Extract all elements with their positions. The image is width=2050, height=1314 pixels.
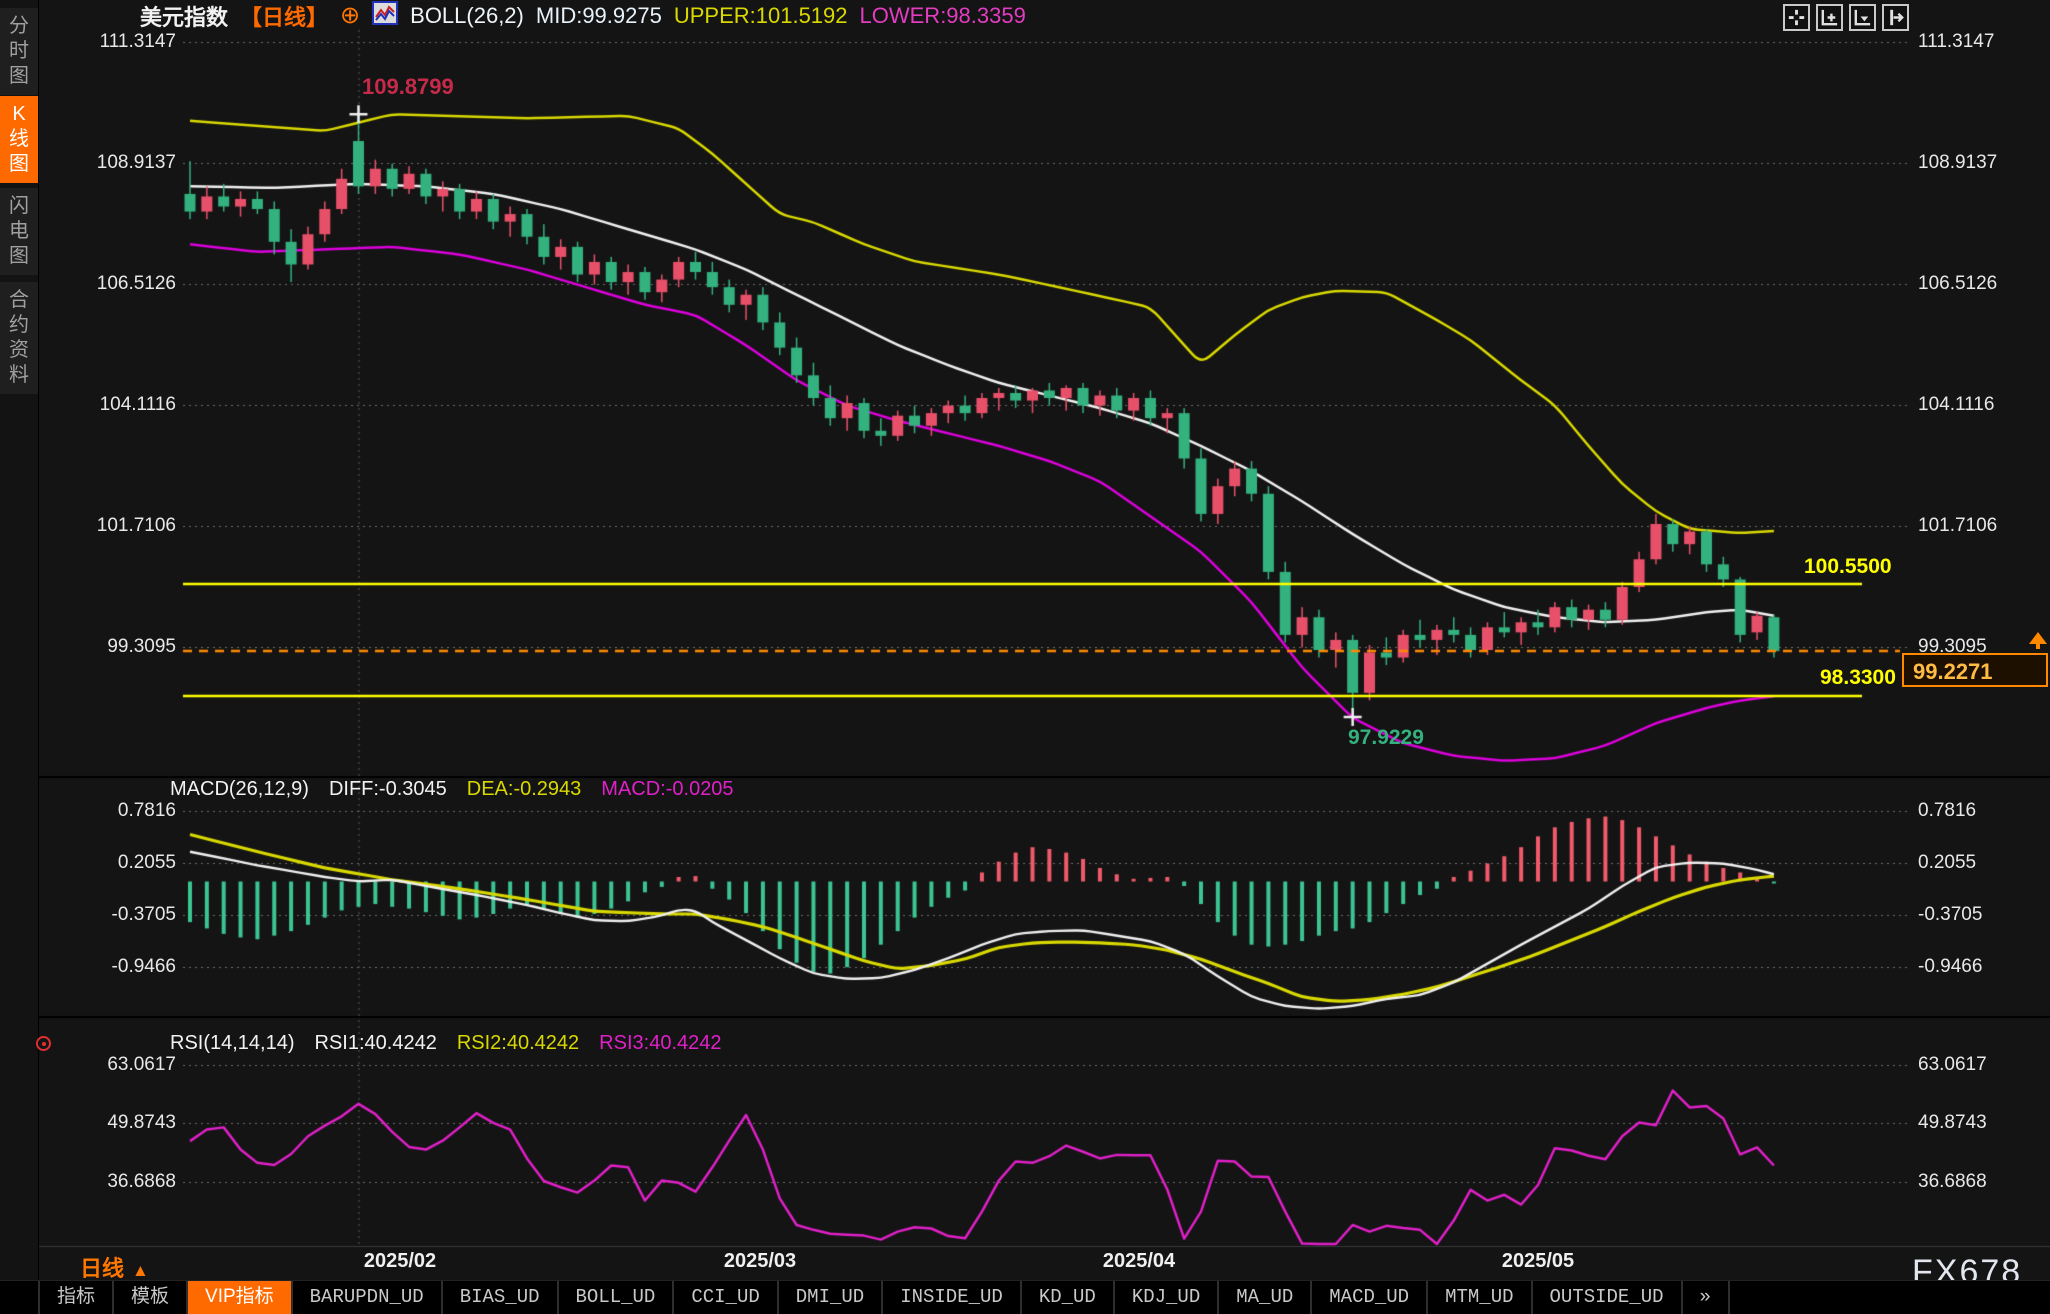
y-axis-label: 106.5126: [1918, 273, 2044, 295]
rsi1-value: RSI1:40.4242: [315, 1032, 437, 1055]
indicator-name: BOLL(26,2): [410, 3, 524, 29]
x-axis-label: 2025/05: [1468, 1250, 1608, 1273]
candlestick-style-icon[interactable]: [372, 1, 398, 31]
crosshair-tool-icon[interactable]: [1783, 4, 1810, 31]
chevron-up-icon: ▲: [132, 1261, 149, 1280]
boll-upper-value: UPPER:101.5192: [674, 3, 848, 29]
zoom-in-axis-icon[interactable]: [1816, 4, 1843, 31]
y-axis-label: 0.7816: [58, 800, 176, 822]
add-compare-icon[interactable]: ⊕: [340, 5, 360, 27]
macd-header: MACD(26,12,9) DIFF:-0.3045 DEA:-0.2943 M…: [170, 778, 734, 801]
bottom-tab-3[interactable]: VIP指标: [188, 1281, 293, 1314]
bottom-tab-5[interactable]: BIAS_UD: [443, 1281, 559, 1314]
macd-value: MACD:-0.0205: [601, 778, 733, 801]
indicator-settings-icon[interactable]: [36, 1036, 51, 1051]
macd-title: MACD(26,12,9): [170, 778, 309, 801]
resistance-line-label: 100.5500: [1804, 555, 1892, 579]
bottom-tab-9[interactable]: INSIDE_UD: [883, 1281, 1022, 1314]
period-selector-label: 日线: [80, 1256, 124, 1281]
bottom-tab-14[interactable]: MTM_UD: [1428, 1281, 1532, 1314]
boll-mid-value: MID:99.9275: [536, 3, 662, 29]
y-axis-label: 63.0617: [58, 1054, 176, 1076]
bottom-tab-16[interactable]: »: [1683, 1281, 1730, 1314]
bottom-tab-10[interactable]: KD_UD: [1022, 1281, 1115, 1314]
y-axis-label: 108.9137: [1918, 152, 2044, 174]
x-axis-label: 2025/04: [1069, 1250, 1209, 1273]
y-axis-label: 63.0617: [1918, 1054, 2044, 1076]
sidebar-tab-4[interactable]: 合约资料: [0, 282, 38, 394]
y-axis-label: 101.7106: [1918, 515, 2044, 537]
bottom-tab-12[interactable]: MA_UD: [1219, 1281, 1312, 1314]
x-axis-label: 2025/02: [330, 1250, 470, 1273]
exit-fullscreen-icon[interactable]: [1882, 4, 1909, 31]
y-axis-label: -0.9466: [58, 956, 176, 978]
last-price-tag: 99.2271: [1902, 653, 2048, 687]
bottom-tab-11[interactable]: KDJ_UD: [1115, 1281, 1219, 1314]
y-axis-label: 49.8743: [58, 1112, 176, 1134]
bottom-tab-7[interactable]: CCI_UD: [674, 1281, 778, 1314]
bottom-tab-4[interactable]: BARUPDN_UD: [293, 1281, 443, 1314]
chart-header: 美元指数 【日线】 ⊕ BOLL(26,2) MID:99.9275 UPPER…: [140, 3, 1026, 29]
y-axis-label: 99.3095: [58, 636, 176, 658]
low-price-annotation: 97.9229: [1348, 726, 1424, 750]
scroll-to-latest-icon[interactable]: [2029, 632, 2047, 644]
y-axis-label: 111.3147: [58, 31, 176, 53]
rsi3-value: RSI3:40.4242: [599, 1032, 721, 1055]
support-line-label: 98.3300: [1820, 666, 1896, 690]
indicator-tab-bar: 指标模板VIP指标BARUPDN_UDBIAS_UDBOLL_UDCCI_UDD…: [0, 1280, 2050, 1314]
boll-lower-value: LOWER:98.3359: [860, 3, 1026, 29]
bottom-tab-13[interactable]: MACD_UD: [1312, 1281, 1428, 1314]
y-axis-label: 49.8743: [1918, 1112, 2044, 1134]
tab-bar-spacer: [0, 1281, 40, 1314]
sidebar-tab-2[interactable]: K线图: [0, 96, 38, 183]
y-axis-label: 0.2055: [58, 852, 176, 874]
zoom-out-axis-icon[interactable]: [1849, 4, 1876, 31]
sidebar-tab-1[interactable]: 分时图: [0, 8, 38, 95]
y-axis-label: 104.1116: [58, 394, 176, 416]
bottom-tab-2[interactable]: 模板: [114, 1281, 188, 1314]
y-axis-label: 36.6868: [1918, 1171, 2044, 1193]
y-axis-label: -0.3705: [58, 904, 176, 926]
period-tag: 【日线】: [240, 0, 328, 32]
y-axis-label: 36.6868: [58, 1171, 176, 1193]
symbol-title: 美元指数: [140, 0, 228, 32]
bottom-tab-1[interactable]: 指标: [40, 1281, 114, 1314]
y-axis-label: 101.7106: [58, 515, 176, 537]
y-axis-label: 0.7816: [1918, 800, 2044, 822]
rsi-header: RSI(14,14,14) RSI1:40.4242 RSI2:40.4242 …: [170, 1032, 722, 1055]
y-axis-label: 106.5126: [58, 273, 176, 295]
y-axis-label: 111.3147: [1918, 31, 2044, 53]
left-sidebar: 分时图K线图闪电图合约资料: [0, 0, 39, 1314]
bottom-tab-15[interactable]: OUTSIDE_UD: [1533, 1281, 1683, 1314]
sidebar-tab-3[interactable]: 闪电图: [0, 188, 38, 275]
y-axis-label: 104.1116: [1918, 394, 2044, 416]
macd-diff-value: DIFF:-0.3045: [329, 778, 447, 801]
price-chart-canvas[interactable]: [0, 0, 2050, 1314]
bottom-tab-8[interactable]: DMI_UD: [779, 1281, 883, 1314]
rsi-title: RSI(14,14,14): [170, 1032, 295, 1055]
high-price-annotation: 109.8799: [362, 74, 454, 100]
y-axis-label: -0.3705: [1918, 904, 2044, 926]
y-axis-label: 0.2055: [1918, 852, 2044, 874]
rsi2-value: RSI2:40.4242: [457, 1032, 579, 1055]
period-selector[interactable]: 日线 ▲: [80, 1251, 149, 1283]
y-axis-label: 108.9137: [58, 152, 176, 174]
bottom-tab-6[interactable]: BOLL_UD: [559, 1281, 675, 1314]
x-axis-label: 2025/03: [690, 1250, 830, 1273]
macd-dea-value: DEA:-0.2943: [467, 778, 582, 801]
y-axis-label: -0.9466: [1918, 956, 2044, 978]
chart-app: 分时图K线图闪电图合约资料 美元指数 【日线】 ⊕ BOLL(26,2) MID…: [0, 0, 2050, 1314]
